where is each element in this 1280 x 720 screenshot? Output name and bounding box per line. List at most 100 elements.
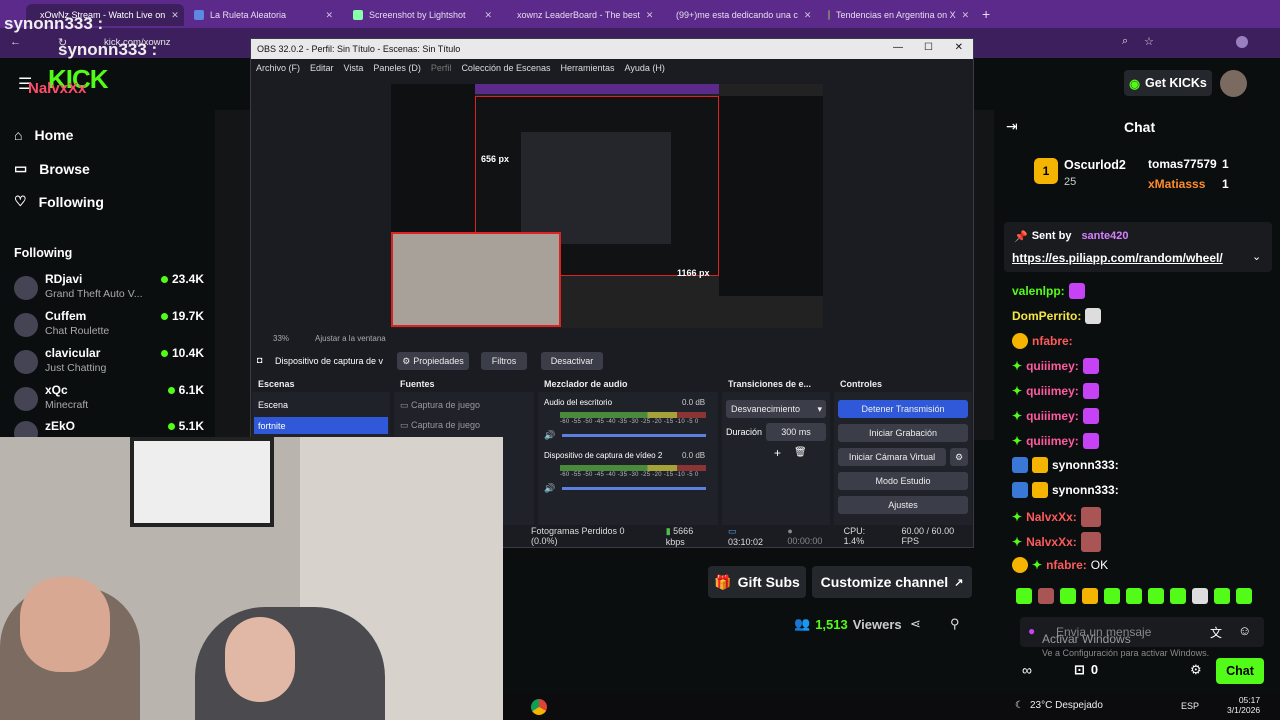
zoom-icon[interactable]: ⌕ — [1122, 35, 1128, 48]
gift-subs-button[interactable]: 🎁 Gift Subs — [708, 566, 806, 598]
weather[interactable]: ☾ 23°C Despejado — [1015, 700, 1103, 711]
menu-herramientas[interactable]: Herramientas — [561, 63, 615, 73]
emote-icon[interactable] — [1148, 588, 1164, 604]
follow-user-icon[interactable]: ⚲ — [950, 616, 960, 632]
leaderboard-first[interactable]: Oscurlod2 — [1064, 158, 1126, 172]
chat-message[interactable]: DomPerrito: — [1012, 308, 1102, 324]
close-icon[interactable]: ✕ — [478, 10, 492, 21]
add-icon[interactable]: + — [774, 446, 781, 460]
nav-following[interactable]: ♡ Following — [14, 193, 104, 210]
source-item[interactable]: ▭ Captura de juego — [400, 400, 480, 411]
language[interactable]: ESP — [1181, 701, 1199, 711]
menu-paneles[interactable]: Paneles (D) — [373, 63, 421, 73]
chat-send-button[interactable]: Chat — [1216, 658, 1264, 684]
properties-button[interactable]: ⚙ Propiedades — [397, 352, 469, 370]
speaker-icon[interactable]: 🔊 — [544, 483, 555, 494]
bookmark-star-icon[interactable]: ☆ — [1144, 35, 1154, 48]
virtual-camera-button[interactable]: Iniciar Cámara Virtual — [838, 448, 946, 466]
new-tab-icon[interactable]: + — [982, 6, 990, 22]
leaderboard-third[interactable]: xMatiasss — [1148, 177, 1205, 191]
microphone-icon[interactable]: ● — [1028, 624, 1035, 638]
clock[interactable]: 05:17 3/1/2026 — [1227, 695, 1260, 715]
chat-message[interactable]: ✦ NalvxXx: — [1012, 532, 1101, 552]
chat-message[interactable]: ✦ quiiimey: — [1012, 383, 1099, 399]
emote-icon[interactable] — [1214, 588, 1230, 604]
emote-icon[interactable] — [1082, 588, 1098, 604]
chat-message[interactable]: synonn333: — [1012, 457, 1119, 473]
speaker-icon[interactable]: 🔊 — [544, 430, 555, 441]
chat-message[interactable]: ✦ NalvxXx: — [1012, 507, 1101, 527]
leaderboard-second[interactable]: tomas77579 — [1148, 157, 1217, 171]
emote-icon[interactable] — [1104, 588, 1120, 604]
collapse-chat-icon[interactable]: ⇥ — [1006, 118, 1018, 135]
get-kicks-button[interactable]: ◉ Get KICKs — [1124, 70, 1212, 96]
chat-message[interactable]: ✦ quiiimey: — [1012, 408, 1099, 424]
chat-message[interactable]: synonn333: — [1012, 482, 1119, 498]
following-item[interactable]: zEkO 5.1K — [14, 419, 204, 445]
following-item[interactable]: Cuffem Chat Roulette 19.7K — [14, 309, 204, 343]
tab-ruleta[interactable]: La Ruleta Aleatoria ✕ — [186, 4, 341, 26]
source-item[interactable]: ▭ Captura de juego — [400, 420, 480, 431]
gear-icon[interactable]: ⚙ — [950, 448, 968, 466]
stop-streaming-button[interactable]: Detener Transmisión — [838, 400, 968, 418]
tab-tiktok[interactable]: (99+)me esta dedicando una c ✕ — [662, 4, 817, 26]
studio-mode-button[interactable]: Modo Estudio — [838, 472, 968, 490]
fit-to-window[interactable]: Ajustar a la ventana — [315, 334, 386, 343]
emote-icon[interactable] — [1038, 588, 1054, 604]
pinned-message[interactable]: 📌 Sent by sante420 https://es.piliapp.com/… — [1004, 222, 1272, 272]
customize-channel-button[interactable]: Customize channel ↗ — [812, 566, 972, 598]
zoom-level[interactable]: 33% — [273, 334, 289, 343]
tab-x-trends[interactable]: Tendencias en Argentina on X ✕ — [820, 4, 975, 26]
scene-item-selected[interactable]: fortnite — [254, 417, 388, 434]
profile-avatar[interactable] — [1236, 36, 1248, 48]
settings-button[interactable]: Ajustes — [838, 496, 968, 514]
menu-ayuda[interactable]: Ayuda (H) — [625, 63, 665, 73]
emoji-icon[interactable]: ☺ — [1238, 623, 1251, 638]
scene-item[interactable]: Escena — [258, 400, 288, 410]
menu-perfil[interactable]: Perfil — [431, 63, 452, 73]
volume-slider[interactable] — [562, 434, 706, 437]
close-icon[interactable]: ✕ — [798, 10, 812, 21]
close-icon[interactable]: ✕ — [955, 42, 963, 53]
close-icon[interactable]: ✕ — [956, 10, 970, 21]
emote-icon[interactable] — [1126, 588, 1142, 604]
emote-icon[interactable] — [1236, 588, 1252, 604]
menu-vista[interactable]: Vista — [344, 63, 364, 73]
volume-slider[interactable] — [562, 487, 706, 490]
filters-button[interactable]: Filtros — [481, 352, 527, 370]
chat-message[interactable]: ✦ quiiimey: — [1012, 433, 1099, 449]
start-recording-button[interactable]: Iniciar Grabación — [838, 424, 968, 442]
tab-leaderboard[interactable]: xownz LeaderBoard - The best ✕ — [503, 4, 658, 26]
kicks-balance[interactable]: ⊡ 0 — [1074, 662, 1098, 678]
menu-editar[interactable]: Editar — [310, 63, 334, 73]
transition-select[interactable]: Desvanecimiento ▾ — [726, 400, 826, 418]
menu-archivo[interactable]: Archivo (F) — [256, 63, 300, 73]
emote-bar[interactable] — [1016, 588, 1266, 608]
duration-input[interactable]: 300 ms — [766, 423, 826, 441]
menu-coleccion[interactable]: Colección de Escenas — [461, 63, 550, 73]
chat-message[interactable]: ✦ quiiimey: — [1012, 358, 1099, 374]
chat-message[interactable]: valenlpp: — [1012, 283, 1085, 299]
chevron-down-icon[interactable]: ⌄ — [1252, 250, 1261, 263]
emote-icon[interactable] — [1060, 588, 1076, 604]
emote-icon[interactable] — [1170, 588, 1186, 604]
following-item[interactable]: RDjavi Grand Theft Auto V... 23.4K — [14, 272, 204, 306]
chrome-icon[interactable] — [531, 699, 547, 715]
chat-message[interactable]: ✦ nfabre: OK — [1012, 557, 1108, 573]
drops-icon[interactable]: ∞ — [1022, 662, 1032, 678]
nav-browse[interactable]: ▭ Browse — [14, 160, 90, 177]
pinned-link[interactable]: https://es.piliapp.com/random/wheel/ — [1012, 251, 1223, 265]
close-icon[interactable]: ✕ — [640, 10, 654, 21]
obs-preview[interactable]: 656 px 1166 px — [391, 84, 823, 328]
deactivate-button[interactable]: Desactivar — [541, 352, 603, 370]
tab-lightshot[interactable]: Screenshot by Lightshot ✕ — [345, 4, 500, 26]
user-avatar[interactable] — [1220, 70, 1247, 97]
trash-icon[interactable]: 🗑 — [794, 447, 807, 458]
chat-message[interactable]: nfabre: — [1012, 333, 1073, 349]
nav-home[interactable]: ⌂ Home — [14, 127, 73, 143]
following-item[interactable]: clavicular Just Chatting 10.4K — [14, 346, 204, 380]
translate-icon[interactable]: 文 — [1210, 624, 1222, 641]
close-icon[interactable]: ✕ — [319, 10, 333, 21]
share-icon[interactable]: ⋖ — [910, 616, 921, 632]
following-item[interactable]: xQc Minecraft 6.1K — [14, 383, 204, 417]
